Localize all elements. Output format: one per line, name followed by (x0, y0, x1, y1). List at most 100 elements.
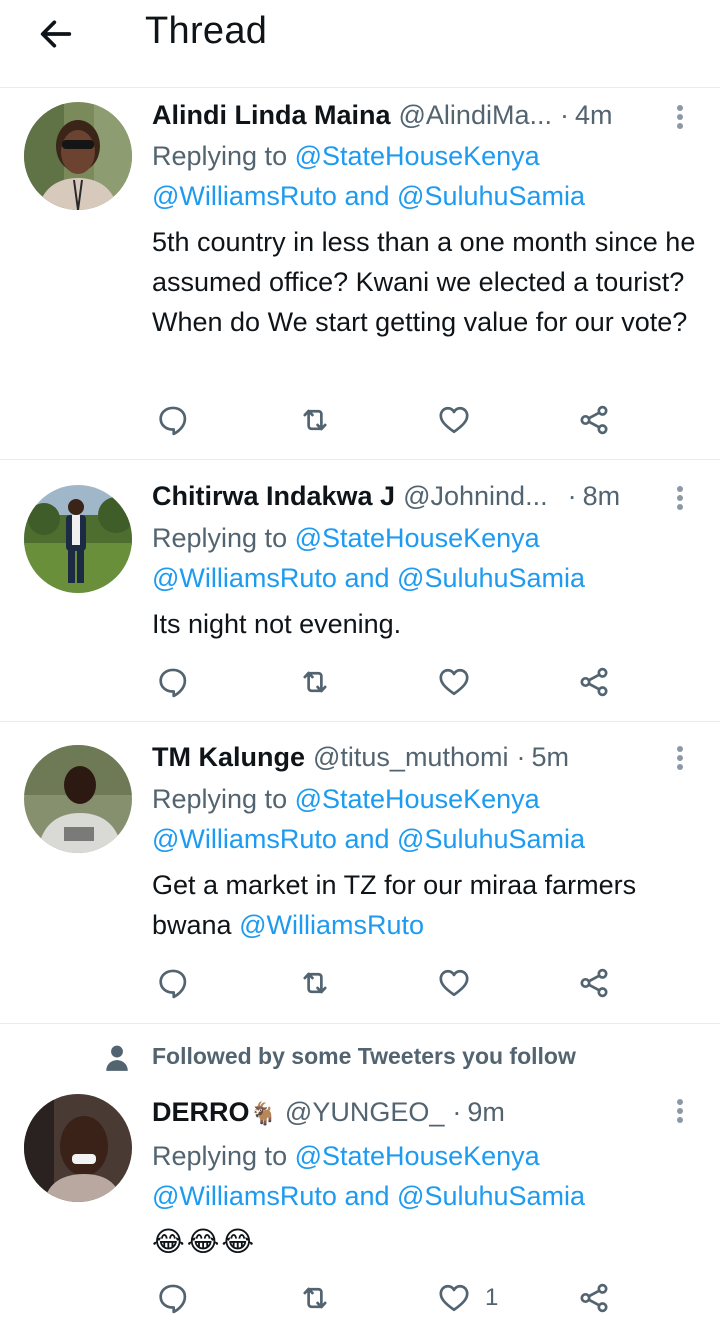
retweet-button[interactable] (298, 398, 332, 442)
mention-link[interactable]: @WilliamsRuto (152, 181, 337, 211)
retweet-icon (298, 1281, 332, 1315)
replying-to-line: Replying to @StateHouseKenya (152, 779, 540, 819)
mention-link[interactable]: @SuluhuSamia (397, 181, 585, 211)
share-icon (577, 403, 611, 437)
share-icon (577, 665, 611, 699)
reply-button[interactable] (156, 1276, 190, 1320)
more-vertical-icon[interactable] (674, 483, 686, 513)
retweet-button[interactable] (298, 660, 332, 704)
arrow-left-icon (40, 20, 72, 48)
author-handle[interactable]: @YUNGEO_ (285, 1097, 444, 1128)
reply-icon (156, 1281, 190, 1315)
reply-button[interactable] (156, 660, 190, 704)
tweet-1[interactable]: Alindi Linda Maina @AlindiMa... · 4m Rep… (0, 88, 720, 460)
tweet-4[interactable]: DERRO🐐 @YUNGEO_ · 9m Replying to @StateH… (0, 1080, 720, 1320)
reply-icon (156, 403, 190, 437)
mention-link[interactable]: @WilliamsRuto (152, 1181, 337, 1211)
mention-link[interactable]: @SuluhuSamia (397, 563, 585, 593)
timestamp[interactable]: 5m (531, 742, 569, 773)
mention-link[interactable]: @WilliamsRuto (152, 563, 337, 593)
timestamp[interactable]: 9m (467, 1097, 505, 1128)
tweet-actions: 1 (0, 1276, 720, 1320)
tweet-text: 5th country in less than a one month sin… (152, 227, 696, 337)
retweet-button[interactable] (298, 961, 332, 1005)
replying-to-label: Replying to (152, 141, 288, 171)
tweet-header: DERRO🐐 @YUNGEO_ · 9m (152, 1095, 505, 1129)
reply-button[interactable] (156, 398, 190, 442)
share-button[interactable] (577, 961, 611, 1005)
share-icon (577, 1281, 611, 1315)
replying-to-label: Replying to (152, 784, 288, 814)
more-vertical-icon[interactable] (674, 1096, 686, 1126)
mention-and[interactable]: and (344, 563, 389, 593)
mention-link[interactable]: @WilliamsRuto (239, 910, 424, 940)
reply-icon (156, 966, 190, 1000)
mention-and[interactable]: and (344, 181, 389, 211)
more-vertical-icon[interactable] (674, 743, 686, 773)
replying-to-line-2: @WilliamsRuto and @SuluhuSamia (152, 558, 585, 598)
tweet-text: 😂😂😂 (152, 1222, 697, 1262)
replying-to-label: Replying to (152, 1141, 288, 1171)
retweet-icon (298, 403, 332, 437)
back-button[interactable] (34, 14, 78, 54)
like-button[interactable] (437, 660, 471, 704)
mention-link[interactable]: @StateHouseKenya (295, 1141, 540, 1171)
replying-to-line-2: @WilliamsRuto and @SuluhuSamia (152, 819, 585, 859)
like-button[interactable] (437, 961, 471, 1005)
goat-emoji-icon: 🐐 (249, 1100, 277, 1126)
author-name[interactable]: TM Kalunge (152, 742, 305, 773)
tweet-text: Its night not evening. (152, 609, 402, 639)
heart-icon (437, 403, 471, 437)
heart-icon (437, 966, 471, 1000)
page-title: Thread (145, 10, 268, 52)
mention-link[interactable]: @WilliamsRuto (152, 824, 337, 854)
replying-to-line: Replying to @StateHouseKenya (152, 1136, 540, 1176)
timestamp[interactable]: 4m (575, 100, 613, 131)
mention-link[interactable]: @StateHouseKenya (295, 523, 540, 553)
separator-dot: · (516, 741, 526, 772)
retweet-icon (298, 966, 332, 1000)
avatar[interactable] (24, 1094, 132, 1202)
separator-dot: · (559, 99, 569, 130)
timestamp[interactable]: 8m (583, 481, 621, 512)
tweet-text: Get a market in TZ for our miraa farmers… (152, 865, 697, 945)
avatar[interactable] (24, 102, 132, 210)
tweet-2[interactable]: Chitirwa Indakwa J @Johnind... · 8m Repl… (0, 461, 720, 722)
heart-icon (437, 1281, 471, 1315)
separator-dot: · (567, 480, 577, 511)
tweet-header: TM Kalunge @titus_muthomi · 5m (152, 740, 569, 774)
top-app-bar: Thread (0, 0, 720, 88)
mention-and[interactable]: and (344, 824, 389, 854)
mention-and[interactable]: and (344, 1181, 389, 1211)
tweet-3[interactable]: TM Kalunge @titus_muthomi · 5m Replying … (0, 723, 720, 1024)
replying-to-line-2: @WilliamsRuto and @SuluhuSamia (152, 1176, 585, 1216)
mention-link[interactable]: @SuluhuSamia (397, 824, 585, 854)
like-button[interactable]: 1 (437, 1276, 498, 1320)
replying-to-label: Replying to (152, 523, 288, 553)
reply-icon (156, 665, 190, 699)
replying-to-line-2: @WilliamsRuto and @SuluhuSamia (152, 176, 585, 216)
heart-icon (437, 665, 471, 699)
more-vertical-icon[interactable] (674, 102, 686, 132)
avatar[interactable] (24, 485, 132, 593)
tweet-actions (0, 398, 720, 442)
share-button[interactable] (577, 660, 611, 704)
reply-button[interactable] (156, 961, 190, 1005)
mention-link[interactable]: @SuluhuSamia (397, 1181, 585, 1211)
mention-link[interactable]: @StateHouseKenya (295, 141, 540, 171)
author-name[interactable]: Alindi Linda Maina (152, 100, 391, 131)
author-handle[interactable]: @Johnind... (403, 481, 548, 512)
social-context-text: Followed by some Tweeters you follow (152, 1043, 576, 1069)
retweet-button[interactable] (298, 1276, 332, 1320)
author-handle[interactable]: @titus_muthomi (313, 742, 508, 773)
tweet-actions (0, 660, 720, 704)
share-button[interactable] (577, 1276, 611, 1320)
avatar[interactable] (24, 745, 132, 853)
author-name[interactable]: DERRO🐐 (152, 1097, 277, 1128)
share-button[interactable] (577, 398, 611, 442)
author-handle[interactable]: @AlindiMa... (399, 100, 552, 131)
mention-link[interactable]: @StateHouseKenya (295, 784, 540, 814)
replying-to-line: Replying to @StateHouseKenya (152, 136, 540, 176)
author-name[interactable]: Chitirwa Indakwa J (152, 481, 395, 512)
like-button[interactable] (437, 398, 471, 442)
